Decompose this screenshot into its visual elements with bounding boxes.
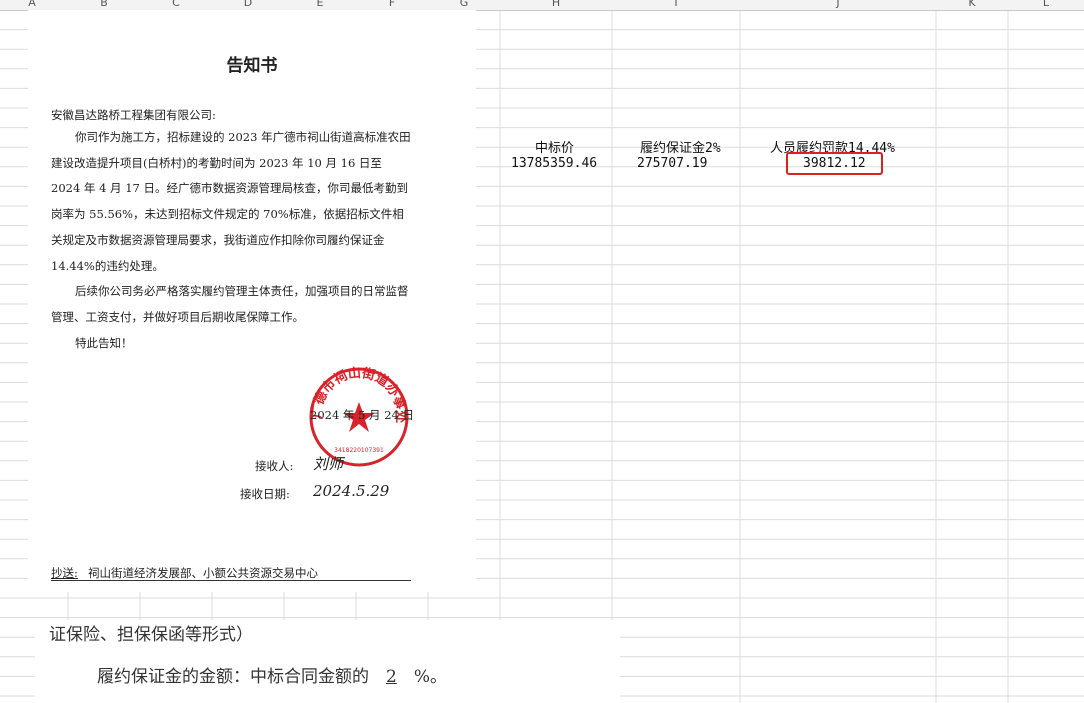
receiver-label: 接收人: (255, 459, 294, 473)
clause-line-2: 履约保证金的金额：中标合同金额的 2 %。 (97, 662, 447, 687)
value-cell-bid-price[interactable]: 13785359.46 (511, 156, 597, 171)
notice-body: 你司作为施工方，招标建设的 2023 年广德市祠山街道高标准农田建设改造提升项目… (51, 125, 411, 356)
column-header[interactable]: C (166, 0, 186, 9)
clause-prefix: 履约保证金的金额：中标合同金额的 (97, 667, 369, 687)
cc-underline (51, 580, 411, 581)
column-header[interactable]: A (22, 0, 42, 9)
header-cell-bid-price[interactable]: 中标价 (535, 137, 574, 156)
notice-document-image[interactable]: 告知书 安徽昌达路桥工程集团有限公司: 你司作为施工方，招标建设的 2023 年… (28, 10, 476, 592)
notice-paragraph: 后续你公司务必严格落实履约管理主体责任，加强项目的日常监督管理、工资支付，并做好… (51, 284, 409, 324)
clause-value: 2 (385, 667, 397, 687)
column-header[interactable]: K (962, 0, 982, 9)
column-header[interactable]: L (1036, 0, 1056, 9)
notice-paragraph: 你司作为施工方，招标建设的 2023 年广德市祠山街道高标准农田建设改造提升项目… (51, 130, 411, 273)
notice-paragraph: 特此告知！ (75, 335, 133, 350)
notice-date: 2024 年 5 月 24 日 (310, 408, 414, 422)
column-header[interactable]: E (310, 0, 330, 9)
column-header[interactable]: F (382, 0, 402, 9)
clause-line-1: 证保险、担保保函等形式） (49, 625, 253, 645)
column-header[interactable]: G (454, 0, 474, 9)
column-header[interactable]: H (546, 0, 566, 9)
clause-suffix: %。 (413, 667, 447, 687)
contract-clause-image[interactable]: 证保险、担保保函等形式） 履约保证金的金额：中标合同金额的 2 %。 (35, 620, 620, 703)
receive-date-label: 接收日期: (240, 487, 290, 501)
receiver-signature: 刘师 (313, 455, 344, 473)
header-cell-performance-bond[interactable]: 履约保证金2% (640, 137, 721, 156)
column-header[interactable]: D (238, 0, 258, 9)
column-header[interactable]: B (94, 0, 114, 9)
column-header[interactable]: J (828, 0, 848, 9)
highlight-box (786, 152, 883, 175)
notice-title: 告知书 (226, 56, 278, 76)
cc-text: 祠山街道经济发展部、小额公共资源交易中心 (88, 566, 318, 580)
value-cell-performance-bond[interactable]: 275707.19 (637, 156, 707, 171)
cc-label: 抄送: (51, 566, 78, 580)
column-header[interactable]: I (666, 0, 686, 9)
receive-date-value: 2024.5.29 (313, 482, 390, 500)
notice-addressee: 安徽昌达路桥工程集团有限公司: (51, 108, 216, 122)
